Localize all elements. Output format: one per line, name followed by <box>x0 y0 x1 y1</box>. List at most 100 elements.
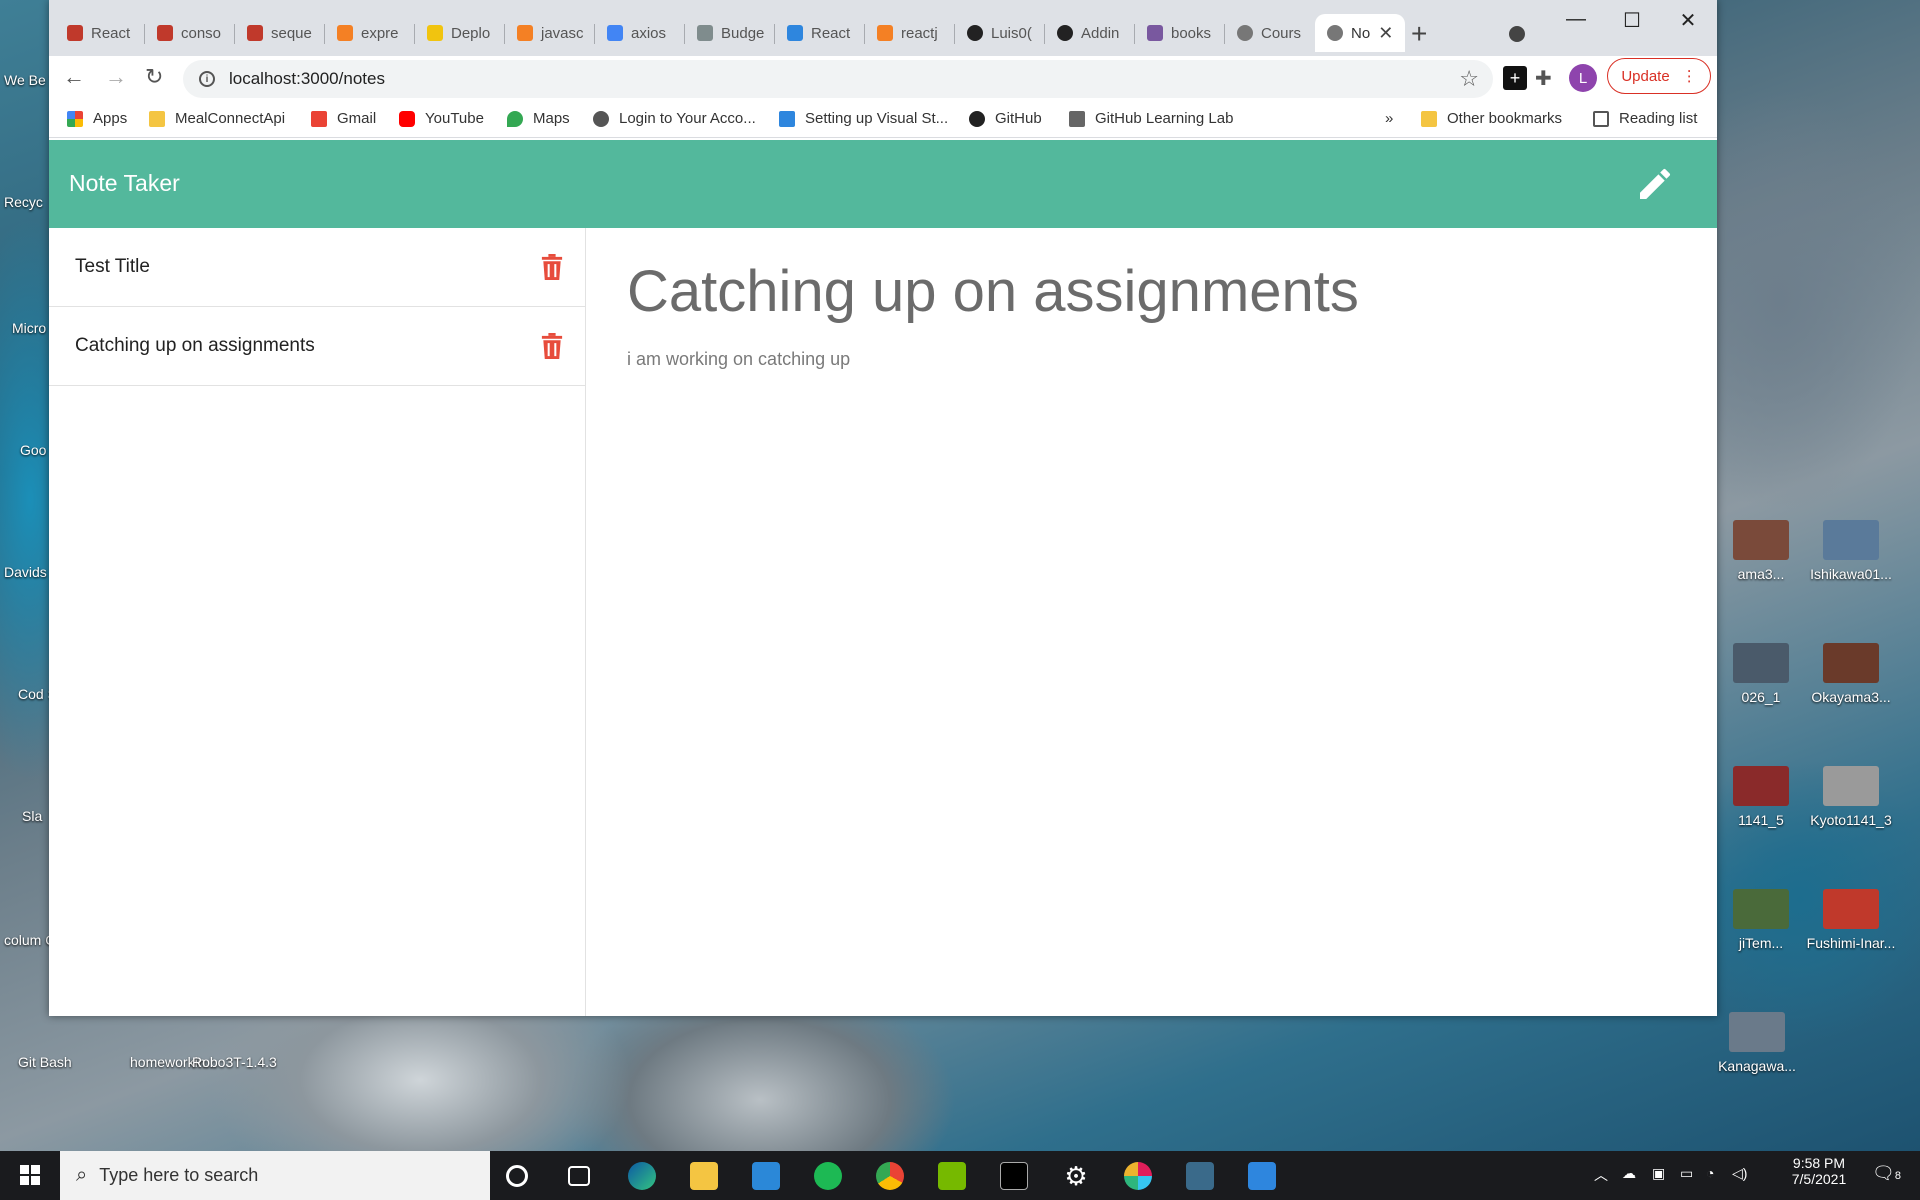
desktop-icon-label[interactable]: Git Bash <box>18 1054 72 1070</box>
react-favicon <box>67 25 83 41</box>
extensions-puzzle-icon[interactable]: ✚ <box>1535 66 1559 90</box>
bookmark-item[interactable]: Maps <box>507 110 570 127</box>
volume-icon[interactable]: ◁) <box>1732 1165 1747 1182</box>
desktop-icon[interactable]: Okayama3... <box>1806 643 1896 705</box>
tab[interactable]: axios <box>595 14 685 52</box>
apps-grid-icon <box>67 110 83 127</box>
update-button[interactable]: Update ⋮ <box>1607 58 1711 94</box>
terminal-icon[interactable] <box>1000 1162 1028 1190</box>
note-title-field[interactable]: Catching up on assignments <box>627 258 1677 325</box>
tab[interactable]: Luis0( <box>955 14 1045 52</box>
nvidia-icon[interactable] <box>938 1162 966 1190</box>
desktop-icon-label[interactable]: Recyc <box>4 194 43 210</box>
desktop-icon[interactable]: Kanagawa... <box>1712 1012 1802 1074</box>
minimize-icon[interactable]: — <box>1556 8 1596 31</box>
bookmark-star-icon[interactable]: ☆ <box>1459 66 1479 92</box>
mysql-workbench-icon[interactable] <box>1186 1162 1214 1190</box>
desktop-icon-label[interactable]: Robo3T-1.4.3 <box>192 1054 277 1070</box>
bookmark-item[interactable]: Gmail <box>311 110 376 127</box>
desktop-icon[interactable]: 026_1 <box>1716 643 1806 705</box>
bookmark-item[interactable]: MealConnectApi <box>149 110 285 127</box>
bookmark-apps[interactable]: Apps <box>67 110 127 127</box>
tab[interactable]: React <box>775 14 865 52</box>
tray-chevron-icon[interactable]: ︿ <box>1594 1165 1608 1185</box>
tab[interactable]: Cours <box>1225 14 1315 52</box>
desktop-icon-label[interactable]: Davids <box>4 564 47 580</box>
vscode-favicon <box>787 25 803 41</box>
redbox-favicon <box>247 25 263 41</box>
mail-icon[interactable] <box>752 1162 780 1190</box>
pencil-icon[interactable] <box>1635 164 1675 204</box>
profile-avatar[interactable]: L <box>1569 64 1597 92</box>
forward-icon[interactable]: → <box>105 64 127 90</box>
desktop-icon[interactable]: ama3... <box>1716 520 1806 582</box>
folder-icon <box>1421 110 1437 127</box>
network-icon[interactable]: ▣ <box>1652 1165 1665 1182</box>
extension-plus-icon[interactable]: + <box>1503 66 1527 90</box>
tab[interactable]: seque <box>235 14 325 52</box>
slack-icon[interactable] <box>1124 1162 1152 1190</box>
tab-search-icon[interactable] <box>1509 26 1525 42</box>
app-title[interactable]: Note Taker <box>69 170 180 197</box>
bookmark-reading-list[interactable]: Reading list <box>1593 110 1697 127</box>
bookmark-item[interactable]: Setting up Visual St... <box>779 110 948 127</box>
clock[interactable]: 9:58 PM 7/5/2021 <box>1784 1155 1854 1187</box>
desktop-icon[interactable]: jiTem... <box>1716 889 1806 951</box>
desktop-icon-label[interactable]: Sla <box>22 808 42 824</box>
close-window-icon[interactable]: ✕ <box>1668 8 1708 33</box>
wifi-icon[interactable]: ◔ <box>1706 1165 1714 1181</box>
tab[interactable]: javasc <box>505 14 595 52</box>
tab[interactable]: Addin <box>1045 14 1135 52</box>
desktop-icon[interactable]: Fushimi-Inar... <box>1806 889 1896 951</box>
settings-gear-icon[interactable]: ⚙ <box>1062 1162 1090 1190</box>
menu-dots-icon: ⋮ <box>1681 68 1697 85</box>
trash-icon[interactable] <box>541 333 563 359</box>
google-favicon <box>607 25 623 41</box>
desktop-icon[interactable]: Kyoto1141_3 <box>1806 766 1896 828</box>
address-bar[interactable]: i localhost:3000/notes ☆ <box>183 60 1493 98</box>
tab[interactable]: Budge <box>685 14 775 52</box>
tab[interactable]: reactj <box>865 14 955 52</box>
taskbar-search[interactable]: ⌕ Type here to search <box>60 1151 490 1200</box>
note-textarea[interactable]: i am working on catching up <box>627 349 1677 370</box>
tab[interactable]: Deplo <box>415 14 505 52</box>
bookmark-item[interactable]: YouTube <box>399 110 484 127</box>
windows-start-icon[interactable] <box>20 1165 40 1185</box>
trash-icon[interactable] <box>541 254 563 280</box>
list-item[interactable]: Test Title <box>49 228 585 307</box>
globe-icon <box>593 110 609 127</box>
battery-icon[interactable]: ▭ <box>1680 1165 1693 1182</box>
spotify-icon[interactable] <box>814 1162 842 1190</box>
site-info-icon[interactable]: i <box>199 71 215 87</box>
tab[interactable]: books <box>1135 14 1225 52</box>
edge-icon[interactable] <box>628 1162 656 1190</box>
maximize-icon[interactable]: ☐ <box>1612 8 1652 33</box>
vscode-taskbar-icon[interactable] <box>1248 1162 1276 1190</box>
notification-icon[interactable]: 🗨8 <box>1872 1163 1901 1184</box>
back-icon[interactable]: ← <box>63 64 85 90</box>
bookmarks-overflow-icon[interactable]: » <box>1385 110 1393 127</box>
tab[interactable]: conso <box>145 14 235 52</box>
bookmark-other[interactable]: Other bookmarks <box>1421 110 1562 127</box>
file-explorer-icon[interactable] <box>690 1162 718 1190</box>
note-title: Test Title <box>75 256 150 277</box>
cortana-icon[interactable] <box>506 1165 528 1187</box>
tab[interactable]: expre <box>325 14 415 52</box>
bookmark-item[interactable]: GitHub Learning Lab <box>1069 110 1233 127</box>
fs-favicon <box>427 25 443 41</box>
stackoverflow-favicon <box>877 25 893 41</box>
new-tab-icon[interactable]: + <box>1411 18 1427 50</box>
close-tab-icon[interactable]: ✕ <box>1378 23 1393 44</box>
onedrive-icon[interactable]: ☁ <box>1622 1165 1636 1182</box>
desktop-icon[interactable]: Ishikawa01... <box>1806 520 1896 582</box>
tab[interactable]: React <box>55 14 145 52</box>
bookmark-item[interactable]: Login to Your Acco... <box>593 110 756 127</box>
list-item[interactable]: Catching up on assignments <box>49 307 585 386</box>
desktop-icon[interactable]: 1141_5 <box>1716 766 1806 828</box>
chrome-icon[interactable] <box>876 1162 904 1190</box>
reload-icon[interactable]: ↻ <box>145 64 163 90</box>
notes-list: Test Title Catching up on assignments <box>49 228 586 1016</box>
bookmark-item[interactable]: GitHub <box>969 110 1042 127</box>
tab-active[interactable]: No ✕ <box>1315 14 1405 52</box>
task-view-icon[interactable] <box>568 1166 590 1186</box>
